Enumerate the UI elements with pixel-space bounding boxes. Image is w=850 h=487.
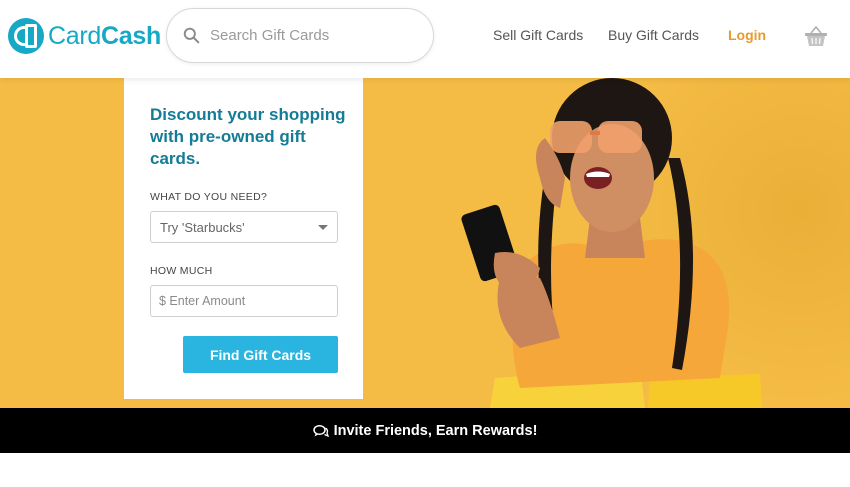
site-header: CardCash Sell Gift Cards Buy Gift Cards …	[0, 0, 850, 78]
login-link[interactable]: Login	[728, 27, 766, 43]
nav-buy-gift-cards[interactable]: Buy Gift Cards	[608, 27, 699, 43]
amount-input[interactable]	[150, 285, 338, 317]
need-field-label: WHAT DO YOU NEED?	[150, 191, 268, 203]
cardcash-logo[interactable]: CardCash	[8, 17, 161, 55]
logo-text-cash: Cash	[101, 22, 161, 50]
merchant-select-value: Try 'Starbucks'	[160, 219, 245, 235]
logo-wordmark: CardCash	[48, 17, 161, 55]
search-input[interactable]	[210, 27, 420, 44]
shopping-basket-icon[interactable]	[804, 25, 828, 47]
gift-card-search-panel: Discount your shopping with pre-owned gi…	[124, 78, 363, 399]
nav-sell-gift-cards[interactable]: Sell Gift Cards	[493, 27, 583, 43]
search-bar[interactable]	[166, 8, 434, 63]
invite-banner-text: Invite Friends, Earn Rewards!	[333, 422, 538, 439]
hero-banner: Discount your shopping with pre-owned gi…	[0, 78, 850, 408]
amount-field-label: HOW MUCH	[150, 265, 213, 277]
find-gift-cards-button[interactable]: Find Gift Cards	[183, 336, 338, 373]
chat-bubbles-icon	[312, 424, 329, 437]
panel-headline: Discount your shopping with pre-owned gi…	[150, 105, 346, 168]
logo-text-card: Card	[48, 22, 101, 50]
cardcash-home-page: CardCash Sell Gift Cards Buy Gift Cards …	[0, 0, 850, 487]
cardcash-logo-icon	[8, 18, 44, 54]
search-icon	[183, 27, 200, 44]
chevron-down-icon	[318, 224, 328, 230]
merchant-select[interactable]: Try 'Starbucks'	[150, 211, 338, 243]
invite-friends-banner[interactable]: Invite Friends, Earn Rewards!	[0, 408, 850, 453]
